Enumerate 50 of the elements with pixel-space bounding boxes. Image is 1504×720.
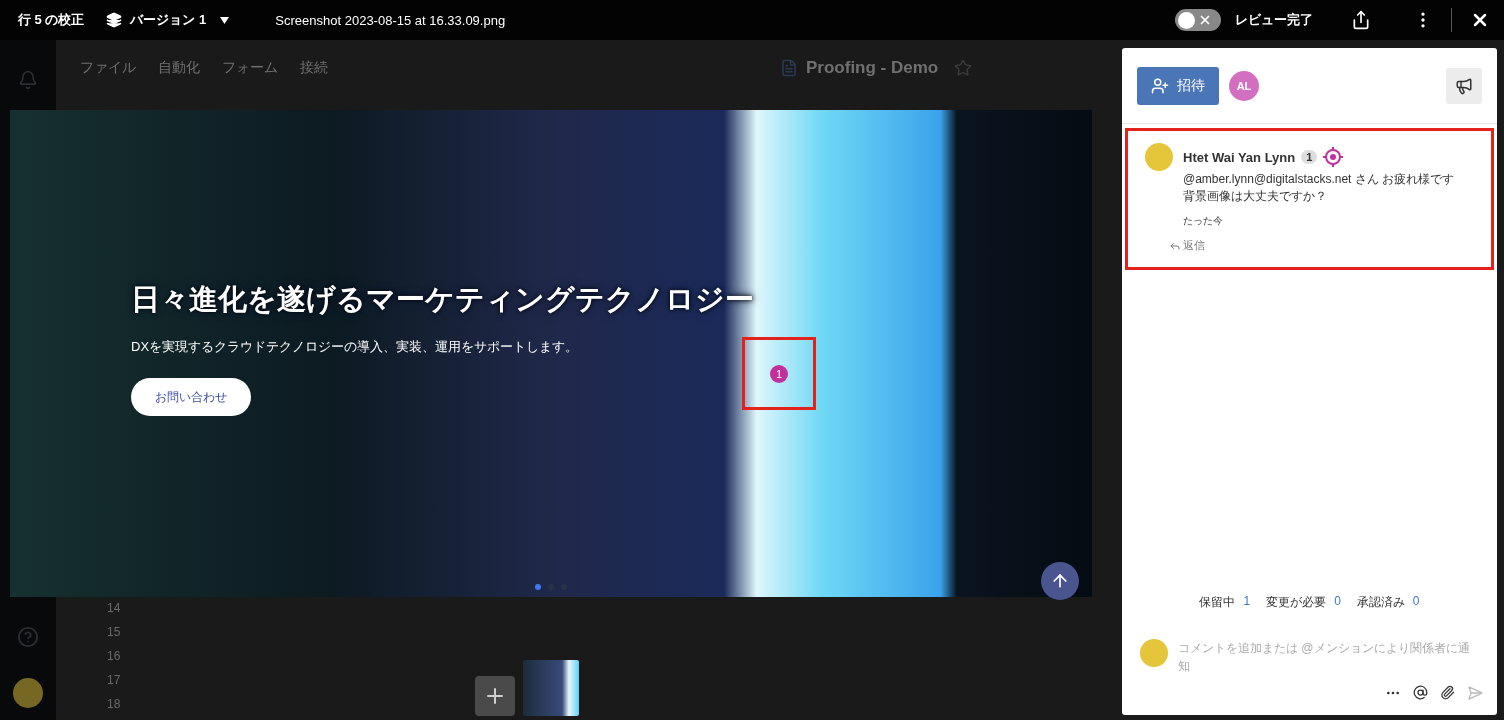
mention-icon[interactable] — [1413, 685, 1428, 701]
toggle-label: レビュー完了 — [1235, 11, 1313, 29]
comment-text: @amber.lynn@digitalstacks.net さん お疲れ様です — [1183, 171, 1455, 188]
status-label: 承認済み — [1356, 594, 1405, 611]
user-plus-icon — [1151, 76, 1169, 95]
paperclip-icon[interactable] — [1440, 685, 1455, 701]
comment-pin[interactable]: 1 — [770, 364, 788, 383]
target-icon[interactable] — [1323, 147, 1344, 167]
user-avatar — [1140, 639, 1168, 667]
scroll-up-button[interactable] — [1041, 562, 1079, 600]
page-title: 行 5 の校正 — [18, 11, 85, 29]
carousel-dot[interactable] — [535, 584, 541, 590]
row-number: 14 — [107, 600, 121, 617]
file-name: Screenshot 2023-08-15 at 16.33.09.png — [275, 12, 506, 28]
status-label: 変更が必要 — [1266, 594, 1327, 611]
document-title: Proofing - Demo — [806, 58, 939, 78]
megaphone-icon — [1455, 76, 1473, 95]
menu-item[interactable]: ファイル — [80, 59, 136, 77]
comment-time: たった今 — [1183, 214, 1224, 228]
row-number: 15 — [107, 624, 121, 641]
user-avatar[interactable] — [13, 678, 43, 708]
hero-subtitle: DXを実現するクラウドテクノロジーの導入、実装、運用をサポートします。 — [131, 338, 580, 356]
row-number: 17 — [107, 672, 121, 689]
row-number: 18 — [107, 696, 121, 713]
menu-item[interactable]: フォーム — [222, 59, 278, 77]
row-number: 16 — [107, 648, 121, 665]
invite-button[interactable]: 招待 — [1137, 66, 1219, 105]
status-count: 0 — [1412, 594, 1420, 610]
menu-item[interactable]: 自動化 — [158, 59, 200, 77]
reply-button[interactable]: 返信 — [1169, 238, 1455, 253]
star-icon[interactable] — [954, 59, 973, 77]
x-icon — [1198, 13, 1212, 27]
contact-button[interactable]: お問い合わせ — [131, 378, 251, 416]
status-label: 保留中 — [1199, 594, 1236, 611]
author-name: Htet Wai Yan Lynn — [1183, 149, 1296, 165]
thumbnail-image[interactable] — [523, 660, 579, 716]
participant-avatar: AL — [1229, 70, 1259, 101]
comment-text: 背景画像は大丈夫ですか？ — [1183, 188, 1328, 205]
count-badge: 1 — [1301, 150, 1318, 164]
status-count: 0 — [1334, 594, 1341, 610]
author-avatar — [1145, 143, 1173, 171]
caret-icon — [220, 16, 230, 24]
review-toggle[interactable] — [1175, 9, 1221, 31]
announcement-button[interactable] — [1446, 67, 1482, 104]
document-icon — [780, 59, 798, 77]
status-count: 1 — [1243, 594, 1251, 610]
version-dropdown[interactable]: バージョン 1 — [98, 11, 238, 29]
layers-icon — [106, 12, 123, 28]
menu-item[interactable]: 接続 — [300, 59, 328, 77]
add-button[interactable] — [475, 676, 515, 716]
